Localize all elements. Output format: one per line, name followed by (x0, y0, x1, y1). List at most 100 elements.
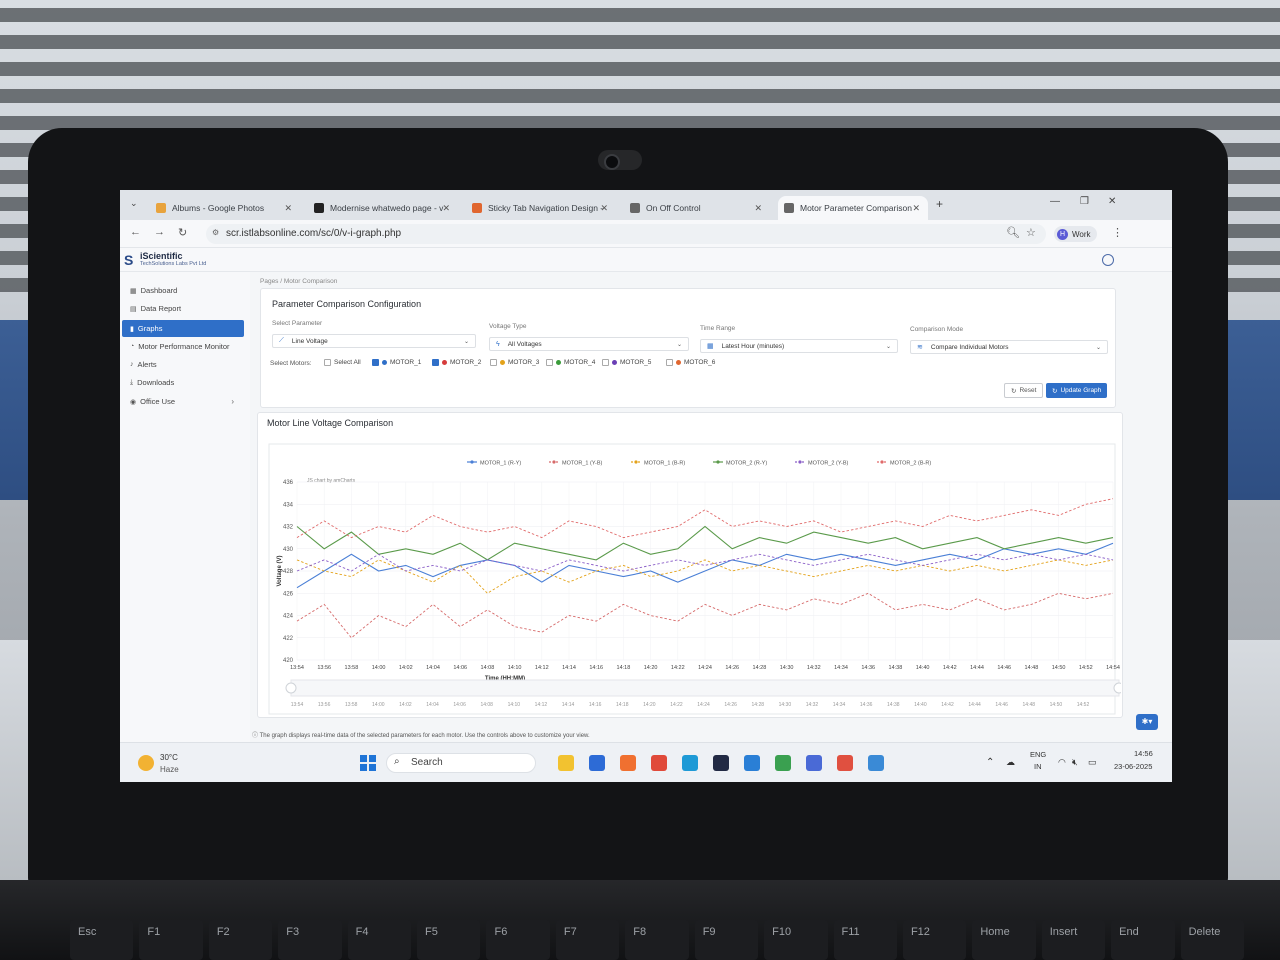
y-tick-label: 430 (283, 547, 294, 553)
settings-fab[interactable]: ✱▾ (1136, 714, 1158, 730)
y-tick-label: 428 (283, 569, 294, 575)
browser-menu-icon[interactable]: ⋮ (1112, 226, 1123, 239)
bolt-icon: ϟ (496, 340, 500, 348)
weather-temp[interactable]: 30°C (160, 753, 178, 762)
tab-list-chevron-icon[interactable]: ⌄ (130, 198, 138, 209)
user-avatar-icon[interactable] (1102, 254, 1114, 266)
keyboard-key[interactable]: F8 (625, 920, 689, 960)
legend-marker (716, 460, 720, 464)
keyboard-key[interactable]: F4 (347, 920, 412, 960)
wifi-icon[interactable]: ◠ (1058, 757, 1066, 768)
media-icon[interactable] (713, 755, 729, 771)
time-range-select[interactable]: ▦ Latest Hour (minutes) ⌄ (700, 339, 898, 353)
keyboard-key[interactable]: Delete (1180, 920, 1244, 960)
x-tick-label: 14:26 (725, 665, 739, 671)
reset-button[interactable]: ↻ Reset (1004, 383, 1044, 398)
tab-close-icon[interactable]: ✕ (284, 203, 292, 214)
keyboard-key[interactable]: F5 (417, 920, 481, 960)
site-info-icon[interactable]: ⚙ (212, 228, 219, 237)
motor-checkbox[interactable]: MOTOR_5 (602, 359, 651, 366)
browser-tab[interactable]: Motor Parameter Comparison ✕ (778, 196, 928, 220)
photos-icon[interactable] (868, 755, 884, 771)
motor-checkbox[interactable]: MOTOR_3 (490, 359, 539, 366)
blind-slat (0, 35, 1280, 49)
store-icon[interactable] (589, 755, 605, 771)
voltage-type-select[interactable]: ϟ All Voltages ⌄ (489, 337, 689, 351)
keyboard-key[interactable]: End (1111, 920, 1175, 960)
close-window-icon[interactable]: ✕ (1108, 196, 1116, 207)
motor-checkbox[interactable]: MOTOR_6 (666, 359, 715, 366)
edge-icon[interactable] (682, 755, 698, 771)
parameter-value: Line Voltage (291, 337, 328, 345)
chrome-profile-icon[interactable] (806, 755, 822, 771)
sidebar-item-graphs[interactable]: ▮ Graphs (122, 320, 244, 337)
zoom-search-icon[interactable]: 🔍︎ (1006, 226, 1020, 239)
keyboard-key[interactable]: F12 (902, 920, 967, 960)
minimize-icon[interactable]: — (1050, 196, 1060, 207)
keyboard-key[interactable]: F7 (555, 920, 620, 960)
chrome-icon[interactable] (651, 755, 667, 771)
browser-tab[interactable]: On Off Control ✕ (624, 196, 770, 220)
sidebar-item-motor-performance-monitor[interactable]: ◔ Motor Performance Monitor (122, 338, 244, 355)
volume-muted-icon[interactable]: 🔇︎ (1072, 757, 1078, 768)
forward-arrow-icon[interactable]: → (154, 226, 165, 238)
new-tab-plus-icon[interactable]: + (936, 197, 943, 211)
browser-tab[interactable]: Sticky Tab Navigation Design - ✕ (466, 196, 616, 220)
maximize-icon[interactable]: ❐ (1080, 196, 1089, 207)
chrome-profile-icon[interactable] (775, 755, 791, 771)
navigator-label: 14:50 (1050, 702, 1063, 708)
motor-checkbox[interactable]: MOTOR_1 (372, 359, 421, 366)
select-all-checkbox[interactable]: Select All (324, 359, 361, 366)
tab-close-icon[interactable]: ✕ (912, 203, 920, 214)
y-tick-label: 432 (283, 525, 294, 531)
file-explorer-icon[interactable] (558, 755, 574, 771)
keyboard-key[interactable]: F10 (764, 920, 828, 960)
sidebar-item-dashboard[interactable]: ▦ Dashboard (122, 282, 244, 299)
x-tick-label: 14:12 (535, 665, 549, 671)
windows-start-icon[interactable] (360, 755, 376, 771)
vscode-icon[interactable] (744, 755, 760, 771)
clock-time[interactable]: 14:56 (1134, 749, 1153, 758)
battery-icon[interactable]: ▭ (1088, 757, 1097, 768)
tray-cloud-icon[interactable]: ☁ (1006, 757, 1015, 768)
tab-close-icon[interactable]: ✕ (754, 203, 762, 214)
weather-sun-icon[interactable] (138, 755, 154, 771)
keyboard-key[interactable]: F1 (139, 920, 203, 960)
xampp-icon[interactable] (620, 755, 636, 771)
tab-close-icon[interactable]: ✕ (442, 203, 450, 214)
keyboard-key[interactable]: Esc (70, 920, 134, 960)
clock-date[interactable]: 23-06-2025 (1114, 762, 1152, 771)
browser-tab[interactable]: Modernise whatwedo page - v ✕ (308, 196, 458, 220)
sidebar-item-data-report[interactable]: ▤ Data Report (122, 300, 244, 317)
motor-checkbox[interactable]: MOTOR_4 (546, 359, 595, 366)
reload-icon[interactable]: ↻ (178, 226, 187, 239)
url-input[interactable]: scr.istlabsonline.com/sc/0/v-i-graph.php (206, 224, 1046, 244)
taskbar-search[interactable]: Search (386, 753, 536, 773)
tray-chevron-icon[interactable]: ⌃ (986, 757, 994, 768)
keyboard-key[interactable]: F2 (208, 920, 273, 960)
chrome-profile-icon[interactable] (837, 755, 853, 771)
keyboard-key[interactable]: F6 (486, 920, 550, 960)
back-arrow-icon[interactable]: ← (130, 226, 141, 238)
keyboard-key[interactable]: Insert (1041, 920, 1106, 960)
keyboard-key[interactable]: Home (972, 920, 1036, 960)
motor-checkbox[interactable]: MOTOR_2 (432, 359, 481, 366)
language-label[interactable]: ENG (1030, 750, 1046, 759)
sidebar-item-office-use[interactable]: ◉ Office Use › (122, 393, 244, 410)
comparison-mode-select[interactable]: ≋ Compare Individual Motors ⌄ (910, 340, 1108, 354)
weather-condition[interactable]: Haze (160, 765, 179, 774)
keyboard-key[interactable]: F3 (278, 920, 342, 960)
keyboard-key[interactable]: F11 (833, 920, 897, 960)
select-motors-label: Select Motors: (270, 360, 312, 367)
sidebar-item-downloads[interactable]: ⤓ Downloads (122, 374, 244, 391)
browser-tab[interactable]: Albums - Google Photos ✕ (150, 196, 300, 220)
update-graph-button[interactable]: ↻ Update Graph (1046, 383, 1108, 398)
bookmark-star-icon[interactable]: ☆ (1026, 226, 1036, 239)
tab-close-icon[interactable]: ✕ (600, 203, 608, 214)
profile-chip[interactable]: H Work (1054, 226, 1097, 242)
keyboard-key[interactable]: F9 (694, 920, 759, 960)
sidebar-item-alerts[interactable]: ♪ Alerts (122, 356, 244, 373)
region-label[interactable]: IN (1034, 762, 1042, 771)
navigator-handle-right (1113, 682, 1121, 694)
parameter-select[interactable]: ⟋ Line Voltage ⌄ (272, 334, 476, 348)
